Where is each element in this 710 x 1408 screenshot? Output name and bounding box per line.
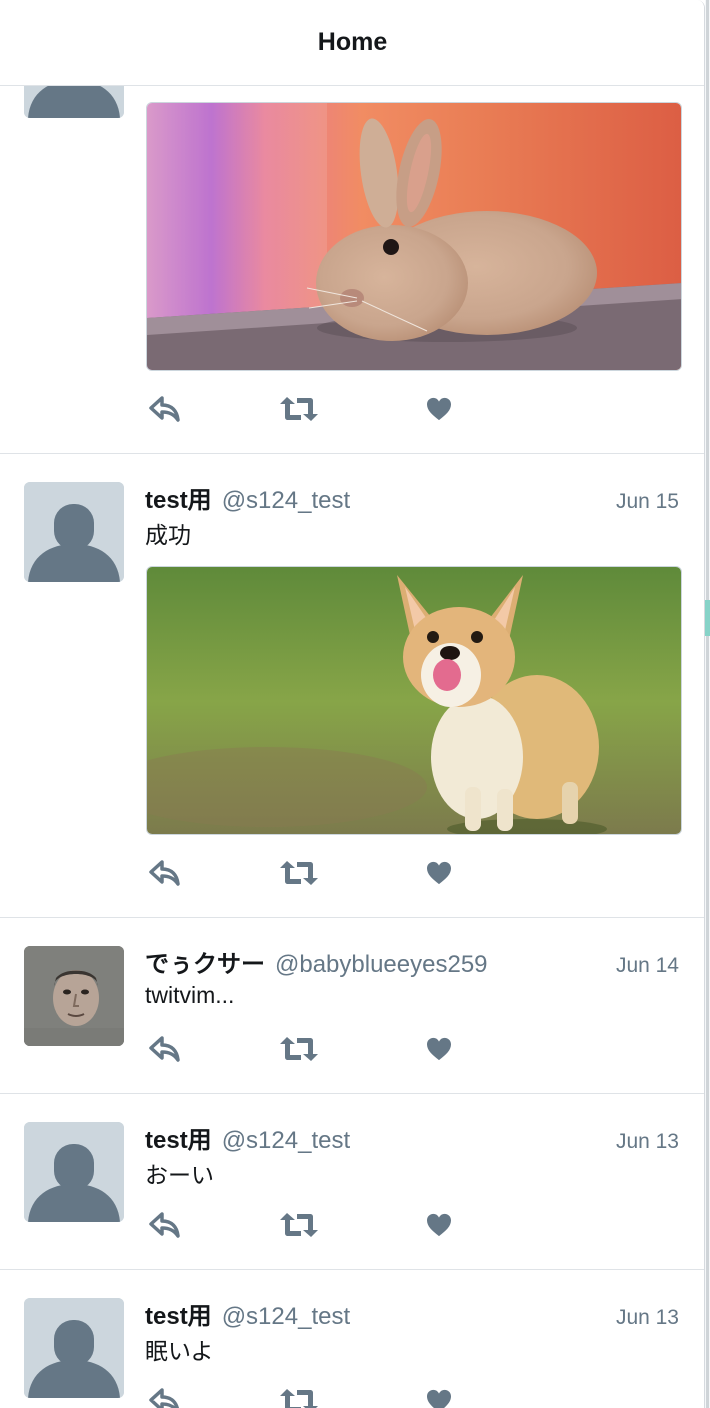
retweet-icon[interactable] [279, 858, 319, 888]
tweet-item[interactable]: test用 @s124_test Jun 15 成功 [0, 454, 704, 918]
user-handle[interactable]: @babyblueeyes259 [275, 951, 488, 979]
user-handle[interactable]: @s124_test [222, 1303, 350, 1331]
reply-icon[interactable] [145, 858, 185, 888]
tweet-item[interactable]: test用 @s124_test Jun 13 おーい [0, 1094, 704, 1270]
tweet-actions [145, 1386, 465, 1408]
tweet-meta: でぅクサー @babyblueeyes259 Jun 14 [145, 944, 679, 978]
tweet-item[interactable]: test用 @s124_test Jun 13 眠いよ [0, 1270, 704, 1408]
default-avatar-icon[interactable] [24, 1122, 124, 1222]
rabbit-photo[interactable] [146, 102, 682, 371]
reply-icon[interactable] [145, 1210, 185, 1240]
scrollbar-track[interactable] [706, 0, 709, 1408]
tweet-item[interactable]: でぅクサー @babyblueeyes259 Jun 14 twitvim... [0, 918, 704, 1094]
default-avatar-icon[interactable] [24, 482, 124, 582]
tweet-actions [145, 1034, 465, 1064]
tweet-date[interactable]: Jun 15 [616, 490, 679, 514]
tweet-meta: test用 @s124_test Jun 15 [145, 480, 679, 514]
user-name[interactable]: でぅクサー [145, 944, 265, 979]
user-handle[interactable]: @s124_test [222, 487, 350, 515]
timeline-header: Home [0, 0, 704, 86]
heart-icon[interactable] [419, 394, 459, 424]
page-title: Home [317, 28, 388, 56]
tweet-date[interactable]: Jun 14 [616, 954, 679, 978]
window-edge [705, 0, 710, 1408]
reply-icon[interactable] [145, 394, 185, 424]
tweet-meta: test用 @s124_test Jun 13 [145, 1120, 679, 1154]
retweet-icon[interactable] [279, 394, 319, 424]
reply-icon[interactable] [145, 1386, 185, 1408]
default-avatar-icon[interactable] [24, 1298, 124, 1398]
tweet-actions [145, 858, 465, 888]
user-name[interactable]: test用 [145, 1296, 212, 1331]
retweet-icon[interactable] [279, 1034, 319, 1064]
corgi-photo[interactable] [146, 566, 682, 835]
heart-icon[interactable] [419, 858, 459, 888]
user-name[interactable]: test用 [145, 480, 212, 515]
user-handle[interactable]: @s124_test [222, 1127, 350, 1155]
timeline-panel: Home test用 @s124_test Jun 15 成功 でぅクサー @b… [0, 0, 705, 1408]
retweet-icon[interactable] [279, 1210, 319, 1240]
tweet-meta: test用 @s124_test Jun 13 [145, 1296, 679, 1330]
tweet-date[interactable]: Jun 13 [616, 1130, 679, 1154]
background-accent [705, 600, 710, 636]
tweet-text: 眠いよ [145, 1338, 214, 1364]
user-name[interactable]: test用 [145, 1120, 212, 1155]
heart-icon[interactable] [419, 1210, 459, 1240]
tweet-text: twitvim... [145, 982, 235, 1008]
tweet-text: おーい [145, 1162, 214, 1188]
tweet-text: 成功 [145, 522, 191, 548]
tweet-actions [145, 394, 465, 424]
heart-icon[interactable] [419, 1386, 459, 1408]
reply-icon[interactable] [145, 1034, 185, 1064]
retweet-icon[interactable] [279, 1386, 319, 1408]
tweet-actions [145, 1210, 465, 1240]
face-photo-avatar[interactable] [24, 946, 124, 1046]
tweet-date[interactable]: Jun 13 [616, 1306, 679, 1330]
heart-icon[interactable] [419, 1034, 459, 1064]
